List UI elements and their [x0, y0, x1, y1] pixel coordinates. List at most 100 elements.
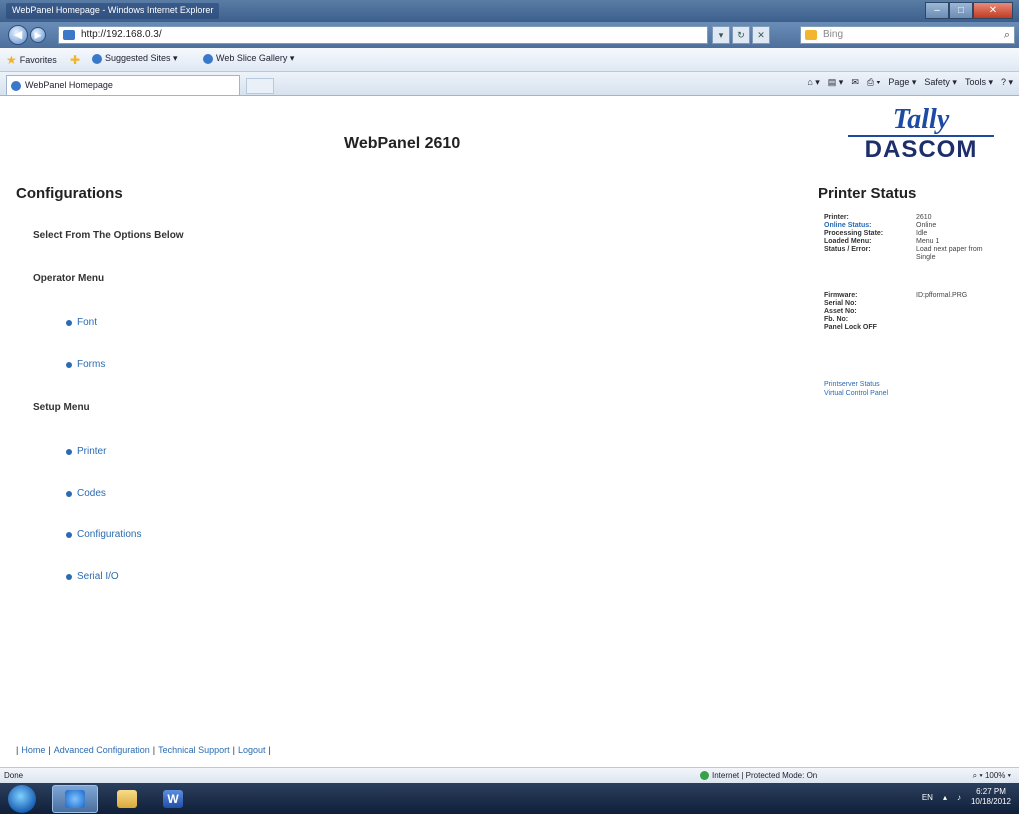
status-value: Menu 1: [916, 238, 940, 245]
zoom-control[interactable]: ⌕ ▾ 100% ▾: [973, 771, 1011, 781]
virtual-control-panel-link[interactable]: Virtual Control Panel: [824, 390, 888, 397]
tab-title: WebPanel Homepage: [25, 80, 113, 90]
clock[interactable]: 6:27 PM 10/18/2012: [971, 787, 1011, 807]
status-value: Load next paper from Single: [916, 246, 983, 261]
status-label: Firmware:: [824, 292, 858, 299]
home-icon[interactable]: ⌂ ▾: [807, 77, 819, 88]
ie-icon: [65, 790, 85, 808]
tray-arrow-icon[interactable]: ▴: [943, 793, 947, 802]
technical-support-link[interactable]: Technical Support: [158, 745, 230, 755]
serial-io-link[interactable]: Serial I/O: [66, 571, 119, 582]
taskbar-ie-button[interactable]: [52, 785, 98, 813]
minimize-button[interactable]: –: [925, 2, 949, 19]
tools-menu[interactable]: Tools ▾: [965, 77, 993, 88]
status-value: Idle: [916, 230, 928, 237]
globe-icon: [700, 771, 709, 780]
status-text: Done: [4, 771, 24, 780]
status-label: Processing State:: [824, 230, 884, 237]
volume-icon[interactable]: ♪: [957, 793, 961, 802]
serial-io-link-label: Serial I/O: [77, 571, 119, 582]
webpage: WebPanel 2610 Tally DASCOM Configuration…: [8, 97, 1011, 767]
feeds-icon[interactable]: ▤ ▾: [828, 77, 844, 88]
logout-link[interactable]: Logout: [238, 745, 266, 755]
favorites-label: Favorites: [19, 55, 57, 65]
safety-menu[interactable]: Safety ▾: [924, 77, 957, 88]
status-label: Panel Lock OFF: [824, 324, 877, 331]
printer-link[interactable]: Printer: [66, 446, 106, 457]
help-icon[interactable]: ? ▾: [1001, 77, 1013, 88]
tab-webpanel-homepage[interactable]: WebPanel Homepage: [6, 75, 240, 95]
search-input[interactable]: Bing ⌕: [800, 26, 1015, 44]
configurations-link-label: Configurations: [77, 529, 142, 540]
maximize-button[interactable]: □: [949, 2, 973, 19]
forms-link[interactable]: Forms: [66, 359, 105, 370]
bullet-icon: [66, 531, 72, 538]
configurations-link[interactable]: Configurations: [66, 529, 141, 540]
language-indicator[interactable]: EN: [922, 793, 933, 802]
suggested-sites-label: Suggested Sites ▾: [105, 53, 178, 63]
search-icon[interactable]: ⌕: [1004, 27, 1010, 43]
forward-button[interactable]: ▶: [30, 27, 46, 43]
bullet-icon: [66, 319, 72, 326]
close-button[interactable]: ✕: [973, 2, 1013, 19]
print-icon[interactable]: ⎙ ▾: [867, 77, 880, 88]
zoom-icon: ⌕ ▾: [972, 771, 985, 780]
stop-icon[interactable]: ✕: [752, 26, 770, 44]
favorites-button[interactable]: ★ Favorites: [6, 53, 57, 67]
status-value: ID:pfformal.PRG: [916, 292, 968, 299]
search-placeholder: Bing: [823, 29, 844, 40]
security-zone[interactable]: Internet | Protected Mode: On: [700, 771, 817, 780]
address-bar[interactable]: http://192.168.0.3/: [58, 26, 708, 44]
separator: |: [268, 745, 271, 755]
web-slice-gallery-link[interactable]: Web Slice Gallery ▾: [203, 53, 294, 64]
star-icon: ★: [6, 53, 17, 67]
add-favorite-button[interactable]: ✚: [70, 53, 80, 67]
printer-status-heading: Printer Status: [818, 185, 917, 202]
footer-nav: | Home | Advanced Configuration | Techni…: [16, 745, 271, 755]
command-bar: ⌂ ▾ ▤ ▾ ✉ ⎙ ▾ Page ▾ Safety ▾ Tools ▾ ? …: [807, 77, 1013, 88]
status-value: 2610: [916, 214, 932, 221]
suggested-sites-link[interactable]: Suggested Sites ▾: [92, 53, 178, 64]
new-tab-button[interactable]: [246, 78, 274, 94]
status-label[interactable]: Online Status:: [824, 222, 871, 230]
bullet-icon: [66, 573, 72, 580]
setup-menu-heading: Setup Menu: [33, 402, 90, 413]
font-link[interactable]: Font: [66, 317, 97, 328]
status-label: Status / Error:: [824, 246, 871, 253]
status-label: Printer:: [824, 214, 849, 221]
window-controls: – □ ✕: [925, 2, 1013, 19]
start-button[interactable]: [8, 785, 36, 813]
mail-icon[interactable]: ✉: [851, 77, 859, 88]
bullet-icon: [66, 361, 72, 368]
home-link[interactable]: Home: [21, 745, 45, 755]
compatibility-icon[interactable]: ▾: [712, 26, 730, 44]
address-tools: ▾ ↻ ✕: [712, 26, 770, 44]
printserver-status-link[interactable]: Printserver Status: [824, 381, 880, 388]
taskbar: W EN ▴ ♪ 6:27 PM 10/18/2012: [0, 783, 1019, 814]
tally-dascom-logo: Tally DASCOM: [836, 105, 1006, 169]
page-menu[interactable]: Page ▾: [888, 77, 916, 88]
bullet-icon: [66, 448, 72, 455]
taskbar-word-button[interactable]: W: [150, 785, 196, 813]
back-button[interactable]: ◀: [8, 25, 28, 45]
navigation-bar: ◀ ▶ http://192.168.0.3/ ▾ ↻ ✕ Bing ⌕: [0, 22, 1019, 48]
operator-menu-heading: Operator Menu: [33, 273, 105, 284]
web-slice-gallery-label: Web Slice Gallery ▾: [216, 53, 295, 63]
advanced-configuration-link[interactable]: Advanced Configuration: [54, 745, 150, 755]
forms-link-label: Forms: [77, 359, 106, 370]
refresh-icon[interactable]: ↻: [732, 26, 750, 44]
status-value: Online: [916, 222, 937, 229]
add-favorite-icon: ✚: [70, 53, 81, 67]
codes-link-label: Codes: [77, 488, 106, 499]
status-label: Fb. No:: [824, 316, 849, 323]
word-icon: W: [163, 790, 183, 808]
favorites-bar: ★ Favorites ✚ Suggested Sites ▾ Web Slic…: [0, 48, 1019, 72]
separator: |: [152, 745, 156, 755]
zoom-level: 100%: [984, 771, 1006, 780]
tab-bar: WebPanel Homepage ⌂ ▾ ▤ ▾ ✉ ⎙ ▾ Page ▾ S…: [0, 72, 1019, 96]
ie-icon: [92, 53, 102, 64]
taskbar-explorer-button[interactable]: [104, 785, 150, 813]
separator: |: [48, 745, 51, 755]
logo-dascom: DASCOM: [864, 136, 978, 163]
codes-link[interactable]: Codes: [66, 488, 106, 499]
